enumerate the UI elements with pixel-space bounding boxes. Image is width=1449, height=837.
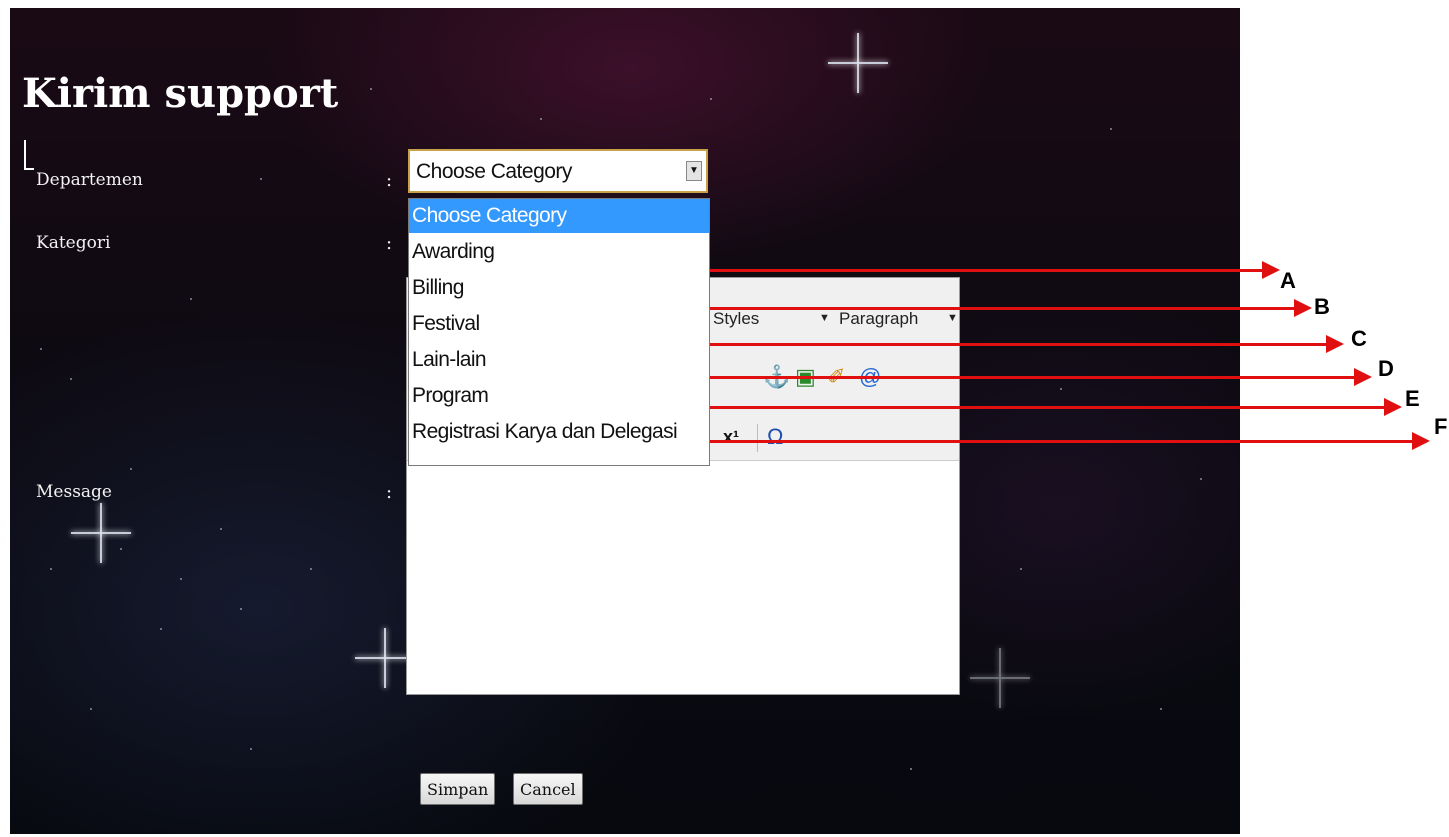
styles-caret-icon: ▼ <box>819 312 830 324</box>
option-lain-lain[interactable]: Lain-lain <box>409 343 709 377</box>
page-title: Kirim support <box>22 70 339 117</box>
arrow-head-icon <box>1412 432 1430 450</box>
annotation-label-f: F <box>1434 414 1448 439</box>
paragraph-dropdown-label: Paragraph <box>839 309 919 328</box>
option-choose-category[interactable]: Choose Category <box>409 199 709 233</box>
arrow-head-icon <box>1384 398 1402 416</box>
category-dropdown-list: Choose Category Awarding Billing Festiva… <box>408 198 710 466</box>
text-cursor-foot <box>24 168 34 170</box>
departemen-colon: : <box>386 170 393 191</box>
annotation-label-b: B <box>1314 294 1330 319</box>
annotation-label-a: A <box>1280 268 1296 293</box>
star-sparkle <box>828 33 888 93</box>
message-label: Message <box>36 482 112 502</box>
annotation-label-e: E <box>1405 386 1420 411</box>
cancel-button[interactable]: Cancel <box>513 773 583 805</box>
styles-dropdown-label: Styles <box>713 309 760 328</box>
arrow-head-icon <box>1294 299 1312 317</box>
annotation-label-d: D <box>1378 356 1394 381</box>
option-registrasi[interactable]: Registrasi Karya dan Delegasi <box>409 415 709 449</box>
special-char-icon[interactable]: Ω <box>767 426 783 448</box>
annotation-label-c: C <box>1351 326 1367 351</box>
category-select-value: Choose Category <box>416 160 572 183</box>
arrow-head-icon <box>1262 261 1280 279</box>
superscript-icon[interactable]: x¹ <box>723 428 739 446</box>
kategori-colon: : <box>386 233 393 254</box>
annotation-arrow-f <box>702 440 1416 443</box>
text-cursor <box>24 140 26 170</box>
star-sparkle <box>970 648 1030 708</box>
option-billing[interactable]: Billing <box>409 271 709 305</box>
departemen-label: Departemen <box>36 170 143 190</box>
message-colon: : <box>386 482 393 503</box>
option-awarding[interactable]: Awarding <box>409 235 709 269</box>
save-button[interactable]: Simpan <box>420 773 496 805</box>
star-sparkle <box>71 503 131 563</box>
chevron-down-icon[interactable]: ▼ <box>686 161 702 181</box>
arrow-head-icon <box>1326 335 1344 353</box>
category-select[interactable]: Choose Category ▼ <box>408 149 708 193</box>
paragraph-caret-icon: ▼ <box>947 312 958 324</box>
option-festival[interactable]: Festival <box>409 307 709 341</box>
kategori-label: Kategori <box>36 233 111 253</box>
option-program[interactable]: Program <box>409 379 709 413</box>
arrow-head-icon <box>1354 368 1372 386</box>
